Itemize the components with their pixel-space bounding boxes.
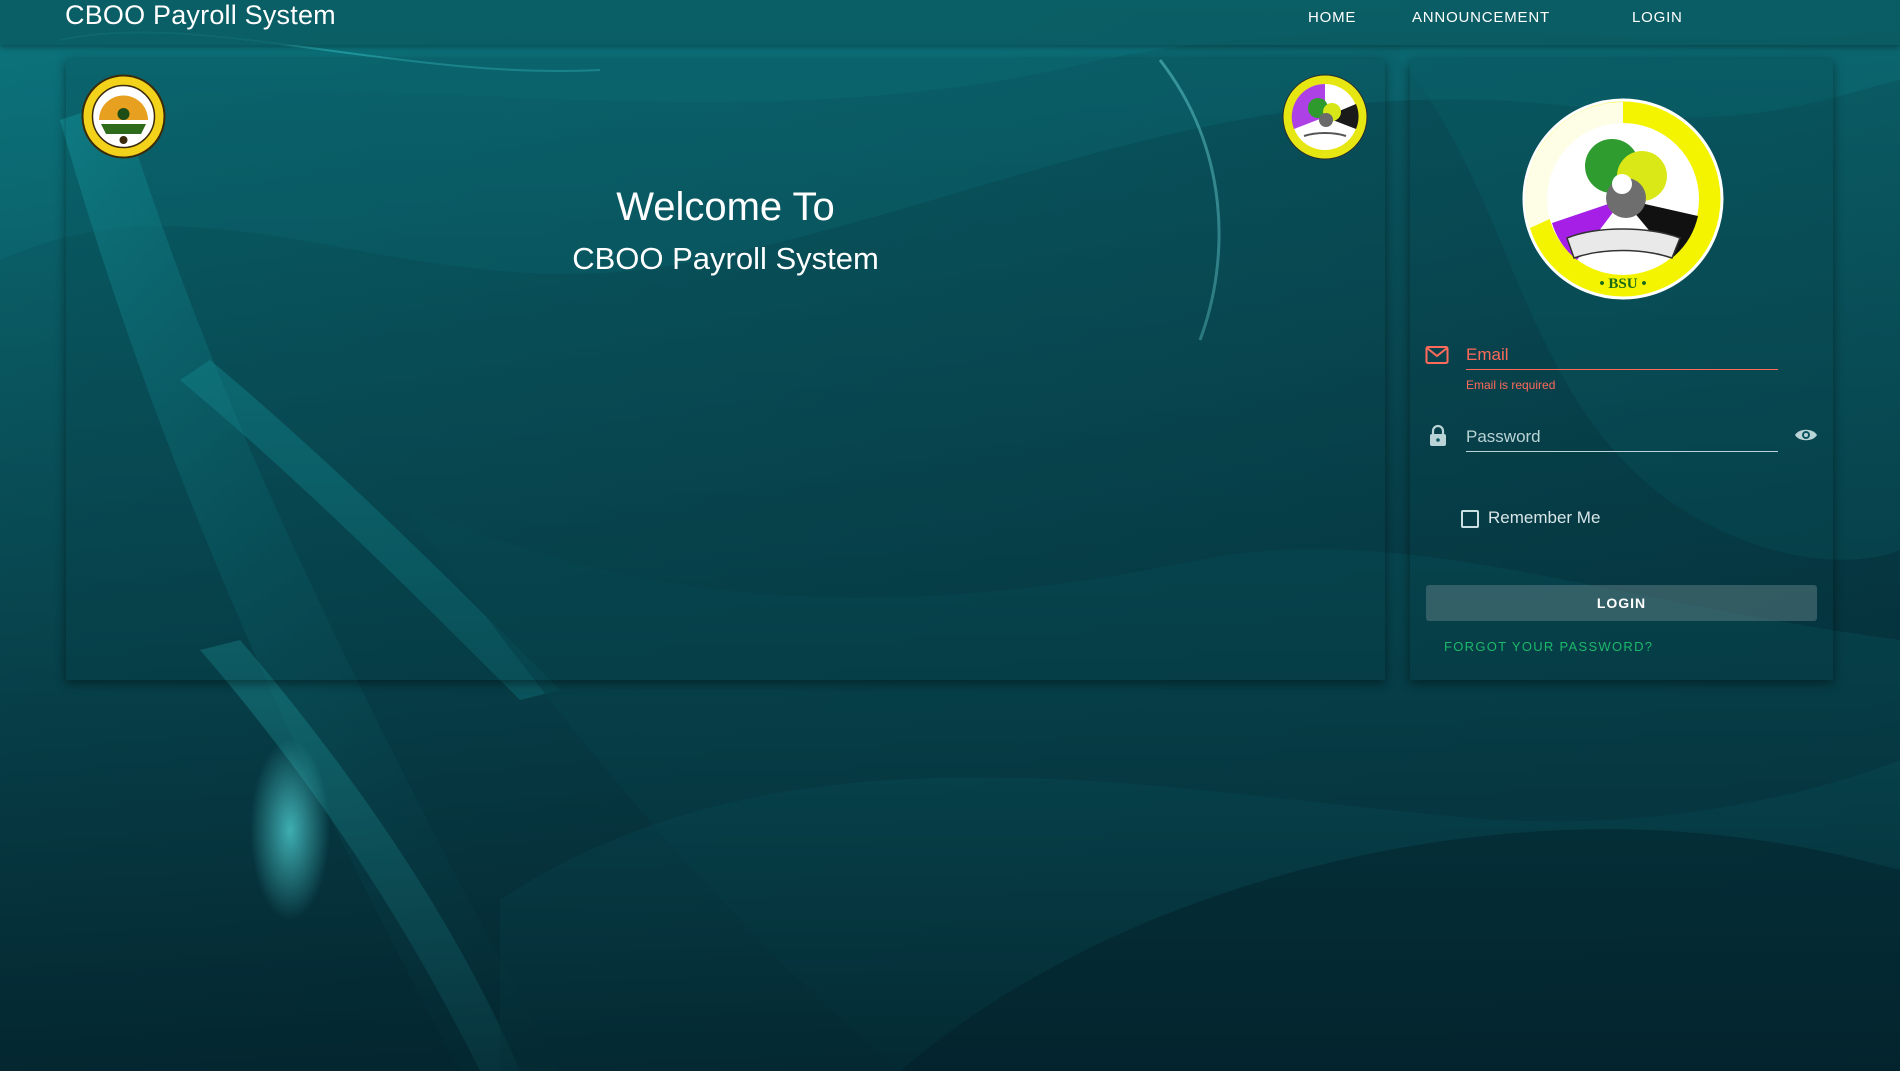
nav-home[interactable]: HOME (1308, 9, 1356, 27)
email-field[interactable]: Email (1466, 345, 1509, 365)
login-button[interactable]: LOGIN (1426, 585, 1817, 621)
login-card: • BSU • Email Email is required Password… (1410, 59, 1833, 680)
remember-me-label: Remember Me (1488, 508, 1601, 527)
top-app-bar: CBOO Payroll System HOME ANNOUNCEMENT LO… (0, 0, 1900, 45)
cboo-logo: • BSU • (1522, 98, 1724, 300)
app-title: CBOO Payroll System (65, 0, 336, 30)
email-field-underline (1466, 369, 1778, 370)
password-field-underline (1466, 451, 1778, 452)
cboo-logo-small (1282, 74, 1368, 160)
lock-icon (1430, 424, 1446, 446)
nav-login[interactable]: LOGIN (1632, 9, 1683, 27)
eye-icon[interactable] (1794, 427, 1818, 443)
mail-icon (1425, 346, 1449, 364)
welcome-heading: Welcome To (616, 185, 835, 229)
nav-announcement[interactable]: ANNOUNCEMENT (1412, 9, 1550, 27)
remember-me-checkbox[interactable] (1461, 510, 1479, 528)
cboo-logo-bsu-text: • BSU • (1599, 276, 1646, 292)
welcome-card: Welcome To CBOO Payroll System (66, 59, 1385, 680)
password-field[interactable]: Password (1466, 427, 1541, 447)
email-error-message: Email is required (1466, 378, 1556, 392)
welcome-subheading: CBOO Payroll System (572, 241, 879, 276)
university-seal-logo (81, 74, 166, 159)
forgot-password-link[interactable]: FORGOT YOUR PASSWORD? (1444, 639, 1653, 654)
